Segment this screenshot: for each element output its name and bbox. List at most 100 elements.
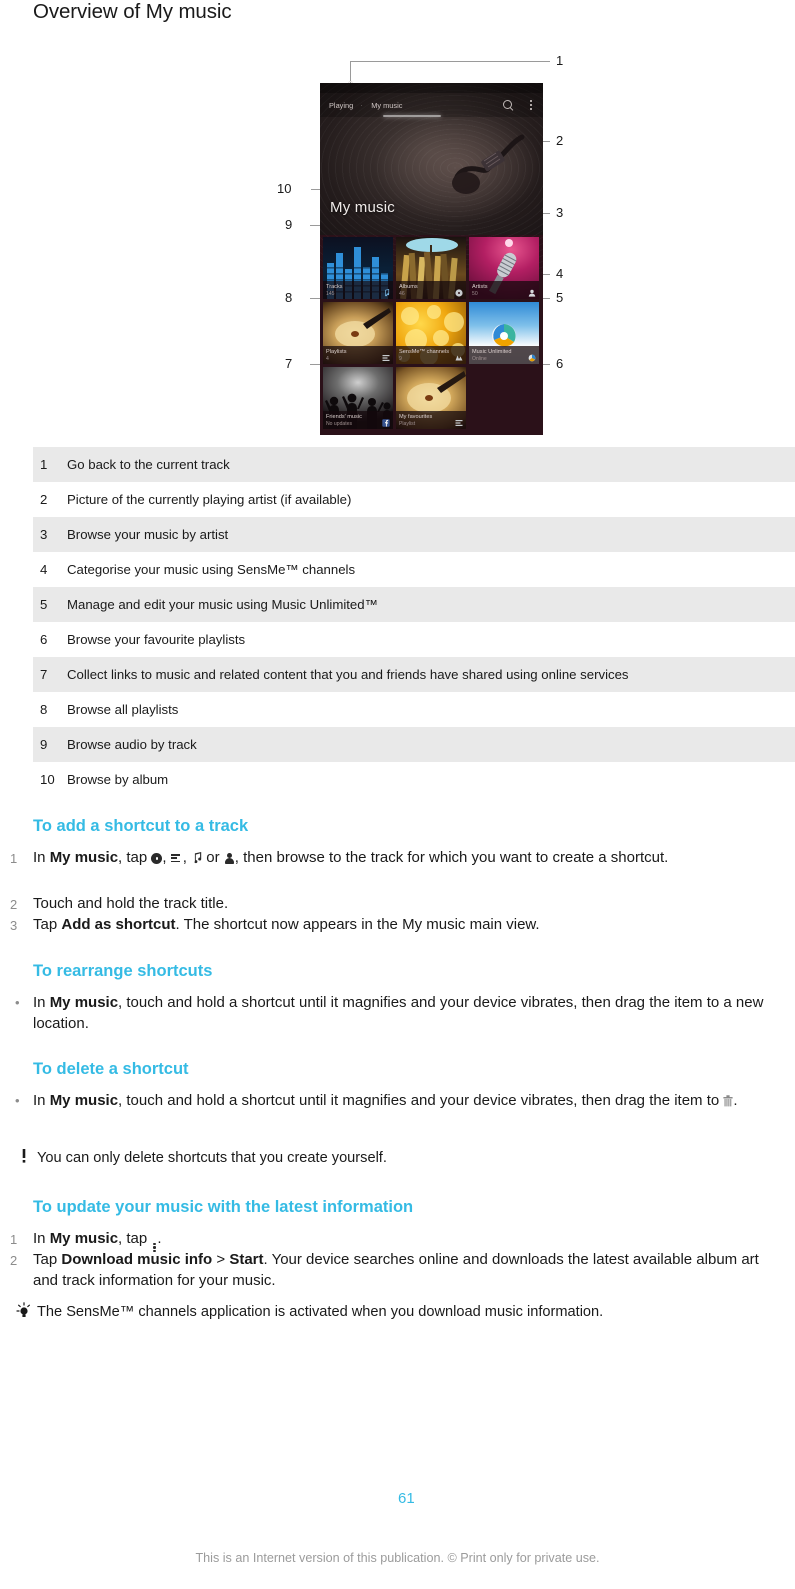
legend-description: Browse your music by artist [67, 527, 229, 542]
step-mid: > [212, 1251, 230, 1268]
bullet-rearrange-shortcuts: • In My music, touch and hold a shortcut… [10, 992, 773, 1034]
bullet-pre: In [33, 1092, 50, 1109]
table-row: 9 Browse audio by track [33, 727, 795, 762]
table-row: 4 Categorise your music using SensMe™ ch… [33, 552, 795, 587]
tile-playlists-subtitle: 4 [326, 356, 329, 362]
legend-description: Browse all playlists [67, 702, 179, 717]
guitar-illustration [452, 134, 525, 194]
page-title: Overview of My music [33, 0, 232, 23]
step-mid: , tap [118, 1230, 152, 1247]
bullet-mid: , touch and hold a shortcut until it mag… [118, 1092, 724, 1109]
note-text: You can only delete shortcuts that you c… [37, 1150, 387, 1166]
lightbulb-icon [10, 1302, 37, 1323]
legend-description: Browse audio by track [67, 737, 197, 752]
legend-description: Categorise your music using SensMe™ chan… [67, 562, 356, 577]
tip-sensme: The SensMe™ channels application is acti… [10, 1302, 603, 1323]
music-note-icon [194, 852, 202, 864]
tile-friends-music-subtitle: No updates [326, 421, 353, 427]
table-row: 6 Browse your favourite playlists [33, 622, 795, 657]
active-tab-indicator [383, 115, 441, 117]
tile-my-favourites[interactable]: My favourites Playlist [396, 367, 466, 429]
step-bold: Download music info [61, 1251, 213, 1268]
bullet-bold: My music [49, 994, 119, 1011]
callout-number-5: 5 [556, 290, 564, 305]
tile-sensme-subtitle: 9 [399, 356, 402, 362]
bullet-bold: My music [49, 1092, 119, 1109]
table-row: 5 Manage and edit your music using Music… [33, 587, 795, 622]
heading-update-music: To update your music with the latest inf… [33, 1198, 414, 1216]
step-sep3: or [202, 849, 224, 866]
tab-playing[interactable]: Playing [320, 101, 363, 110]
tile-albums-title: Albums [399, 283, 418, 290]
playlist-icon [382, 354, 390, 361]
step-post: . The shortcut now appears in the My mus… [175, 916, 540, 933]
search-icon[interactable] [502, 99, 514, 111]
bullet-post: , touch and hold a shortcut until it mag… [33, 994, 764, 1032]
legend-number: 10 [40, 772, 55, 787]
step-pre: In [33, 849, 50, 866]
footer-notice: This is an Internet version of this publ… [195, 1551, 600, 1565]
callout-number-7: 7 [285, 356, 293, 371]
legend-description: Browse your favourite playlists [67, 632, 246, 647]
playlist-icon [455, 419, 463, 426]
step-bold: Add as shortcut [61, 916, 176, 933]
album-icon [455, 288, 463, 297]
callout-number-4: 4 [556, 266, 564, 281]
note-delete-shortcut: You can only delete shortcuts that you c… [10, 1148, 387, 1169]
album-icon [151, 853, 163, 864]
trash-icon [723, 1095, 734, 1107]
legend-description: Manage and edit your music using Music U… [67, 597, 378, 612]
legend-number: 6 [40, 632, 48, 647]
bullet-delete-shortcut: • In My music, touch and hold a shortcut… [10, 1090, 773, 1111]
step-mid: , tap [118, 849, 152, 866]
legend-description: Picture of the currently playing artist … [67, 492, 352, 507]
figure-my-music-overview: 1 2 3 4 5 6 7 8 9 10 Playing My music My… [0, 45, 795, 435]
tile-artists[interactable]: Artists 50 [469, 237, 539, 299]
legend-number: 9 [40, 737, 48, 752]
overflow-menu-icon[interactable] [526, 99, 536, 112]
step-bold: My music [49, 849, 119, 866]
legend-number: 7 [40, 667, 48, 682]
tab-bar: Playing My music [320, 93, 543, 117]
table-row: 7 Collect links to music and related con… [33, 657, 795, 692]
tile-albums[interactable]: Albums 46 [396, 237, 466, 299]
step-text: Tap Add as shortcut. The shortcut now ap… [33, 914, 773, 936]
tile-playlists[interactable]: Playlists 4 [323, 302, 393, 364]
bullet-post: . [733, 1092, 738, 1109]
step-post: , then browse to the track for which you… [234, 849, 669, 866]
bullet-text: In My music, touch and hold a shortcut u… [33, 1090, 773, 1111]
tile-tracks-subtitle: 145 [326, 291, 335, 297]
step-sep1: , [162, 849, 171, 866]
hero-title: My music [330, 199, 395, 216]
playlist-icon [170, 853, 183, 864]
facebook-icon [382, 418, 390, 427]
callout-tick-1 [350, 61, 351, 83]
legend-number: 2 [40, 492, 48, 507]
tile-friends-music[interactable]: Friends' music No updates [323, 367, 393, 429]
step-text: Touch and hold the track title. [33, 895, 229, 912]
callout-number-6: 6 [556, 356, 564, 371]
step-index: 2 [10, 1253, 18, 1268]
legend-number: 5 [40, 597, 48, 612]
legend-number: 3 [40, 527, 48, 542]
page-number: 61 [398, 1490, 415, 1507]
heading-delete-shortcut: To delete a shortcut [33, 1060, 189, 1078]
tile-sensme-title: SensMe™ channels [399, 348, 450, 355]
legend-description: Go back to the current track [67, 457, 230, 472]
step-pre: In [33, 1230, 50, 1247]
tile-sensme-channels[interactable]: SensMe™ channels 9 [396, 302, 466, 364]
step-text: In My music, tap , , or , then browse to… [33, 847, 773, 869]
tile-music-unlimited[interactable]: Music Unlimited Online [469, 302, 539, 364]
step-update-2: 2 Tap Download music info > Start. Your … [10, 1249, 773, 1291]
callout-number-9: 9 [285, 217, 293, 232]
step-bold: My music [49, 1230, 119, 1247]
tile-tracks[interactable]: Tracks 145 [323, 237, 393, 299]
step-bold-2: Start [229, 1251, 264, 1268]
tile-artists-title: Artists [472, 283, 488, 290]
status-bar [320, 83, 543, 93]
tile-my-favourites-title: My favourites [399, 413, 433, 420]
callout-number-3: 3 [556, 205, 564, 220]
tab-my-music[interactable]: My music [362, 101, 411, 110]
sensme-icon [455, 355, 463, 360]
step-add-shortcut-1: 1 In My music, tap , , or , then browse … [10, 847, 773, 869]
